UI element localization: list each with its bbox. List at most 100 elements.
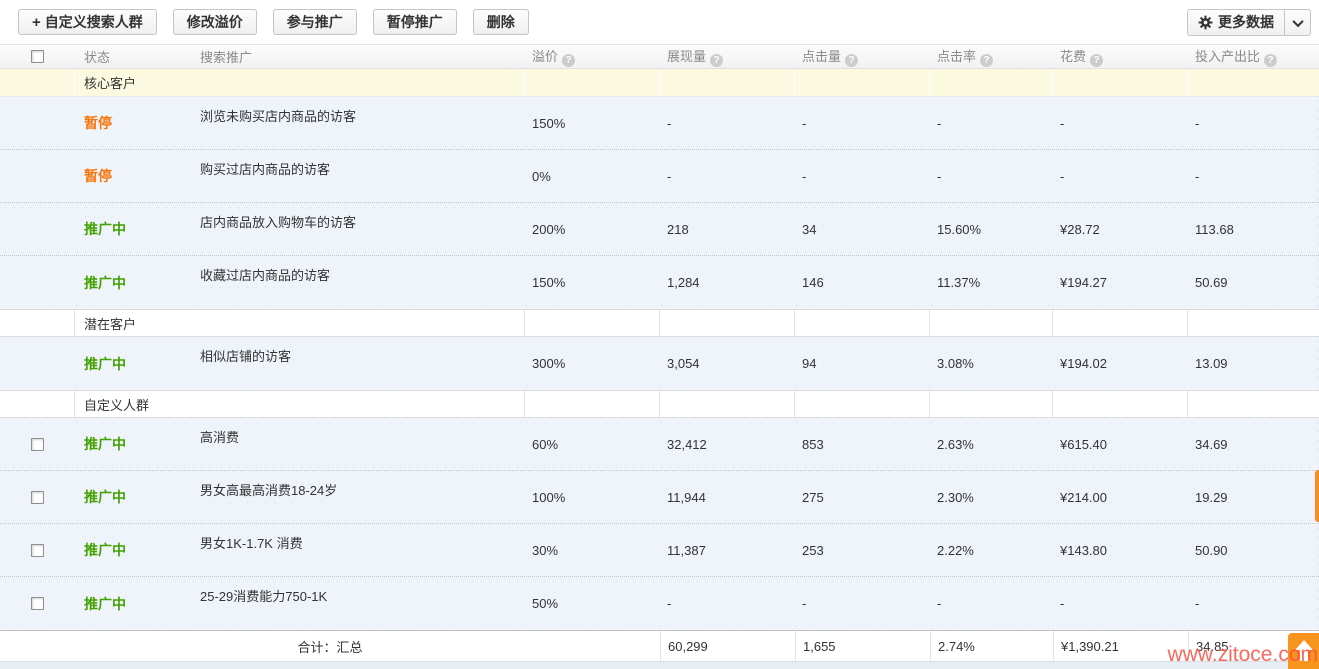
status-badge: 推广中 xyxy=(84,540,126,560)
group-empty-cell xyxy=(795,391,930,417)
group-spacer-cell xyxy=(0,391,75,417)
audience-name[interactable]: 高消费 xyxy=(190,418,525,470)
premium-value: 100% xyxy=(525,471,660,523)
clicks-value: - xyxy=(795,577,930,630)
row-checkbox[interactable] xyxy=(31,597,44,610)
totals-clicks: 1,655 xyxy=(795,631,930,661)
clicks-value: 34 xyxy=(795,203,930,255)
premium-value: 50% xyxy=(525,577,660,630)
status-badge: 暂停 xyxy=(84,113,112,133)
clicks-value: 275 xyxy=(795,471,930,523)
status-badge: 推广中 xyxy=(84,434,126,454)
help-icon[interactable]: ? xyxy=(1264,54,1277,67)
audience-row: 暂停购买过店内商品的访客0%----- xyxy=(0,150,1319,203)
button-label: 删除 xyxy=(487,14,515,30)
group-row: 自定义人群 xyxy=(0,390,1319,418)
status-badge: 推广中 xyxy=(84,594,126,614)
audience-row: 推广中高消费60%32,4128532.63%¥615.4034.69 xyxy=(0,418,1319,471)
more-data-dropdown-toggle[interactable] xyxy=(1284,9,1311,36)
group-empty-cell xyxy=(930,69,1053,96)
premium-value: 30% xyxy=(525,524,660,576)
help-icon[interactable]: ? xyxy=(980,54,993,67)
column-label: 展现量 xyxy=(667,49,706,64)
impressions-value: 1,284 xyxy=(660,256,795,309)
group-label: 核心客户 xyxy=(75,69,525,96)
ctr-value: 11.37% xyxy=(930,256,1053,309)
button-label: 暂停推广 xyxy=(387,14,443,30)
modify-premium-button[interactable]: 修改溢价 xyxy=(173,9,257,35)
ctr-value: - xyxy=(930,577,1053,630)
roi-value: 50.69 xyxy=(1188,256,1319,309)
pause-promotion-button[interactable]: 暂停推广 xyxy=(373,9,457,35)
help-icon[interactable]: ? xyxy=(710,54,723,67)
status-badge: 推广中 xyxy=(84,273,126,293)
column-header-roi: 投入产出比? xyxy=(1188,46,1319,67)
roi-value: 113.68 xyxy=(1188,203,1319,255)
group-empty-cell xyxy=(1053,310,1188,336)
totals-row: 合计：汇总 60,299 1,655 2.74% ¥1,390.21 34.85 xyxy=(0,630,1319,661)
impressions-value: 11,944 xyxy=(660,471,795,523)
clicks-value: - xyxy=(795,97,930,149)
delete-button[interactable]: 删除 xyxy=(473,9,529,35)
audience-name[interactable]: 男女1K-1.7K 消费 xyxy=(190,524,525,576)
roi-value: 19.29 xyxy=(1188,471,1319,523)
column-header-clicks: 点击量? xyxy=(795,46,930,67)
help-icon[interactable]: ? xyxy=(562,54,575,67)
row-select-cell xyxy=(0,150,75,202)
status-cell: 推广中 xyxy=(75,471,190,523)
row-checkbox[interactable] xyxy=(31,438,44,451)
status-cell: 暂停 xyxy=(75,150,190,202)
group-empty-cell xyxy=(525,391,660,417)
clicks-value: 94 xyxy=(795,337,930,390)
audience-name[interactable]: 男女高最高消费18-24岁 xyxy=(190,471,525,523)
totals-impressions: 60,299 xyxy=(660,631,795,661)
audience-name[interactable]: 25-29消费能力750-1K xyxy=(190,577,525,630)
impressions-value: 218 xyxy=(660,203,795,255)
column-header-cost: 花费? xyxy=(1053,46,1188,67)
impressions-value: 11,387 xyxy=(660,524,795,576)
impressions-value: 32,412 xyxy=(660,418,795,470)
group-spacer-cell xyxy=(0,310,75,336)
ctr-value: 2.30% xyxy=(930,471,1053,523)
join-promotion-button[interactable]: 参与推广 xyxy=(273,9,357,35)
audience-name[interactable]: 店内商品放入购物车的访客 xyxy=(190,203,525,255)
clicks-value: 253 xyxy=(795,524,930,576)
audience-targeting-page: +自定义搜索人群修改溢价 参与推广 暂停推广 删除 xyxy=(0,0,1319,669)
status-badge: 推广中 xyxy=(84,354,126,374)
ctr-value: 2.22% xyxy=(930,524,1053,576)
audience-name[interactable]: 购买过店内商品的访客 xyxy=(190,150,525,202)
roi-value: 13.09 xyxy=(1188,337,1319,390)
audience-name[interactable]: 收藏过店内商品的访客 xyxy=(190,256,525,309)
group-empty-cell xyxy=(660,310,795,336)
audience-name[interactable]: 相似店铺的访客 xyxy=(190,337,525,390)
help-icon[interactable]: ? xyxy=(845,54,858,67)
watermark: www.zitoce.com xyxy=(1167,643,1318,667)
status-badge: 推广中 xyxy=(84,487,126,507)
group-empty-cell xyxy=(930,310,1053,336)
side-panel-handle[interactable] xyxy=(1315,470,1319,522)
roi-value: 34.69 xyxy=(1188,418,1319,470)
status-cell: 暂停 xyxy=(75,97,190,149)
audience-row: 暂停浏览未购买店内商品的访客150%----- xyxy=(0,97,1319,150)
ctr-value: 3.08% xyxy=(930,337,1053,390)
row-checkbox[interactable] xyxy=(31,491,44,504)
button-label: 参与推广 xyxy=(287,14,343,30)
row-checkbox[interactable] xyxy=(31,544,44,557)
status-cell: 推广中 xyxy=(75,203,190,255)
status-cell: 推广中 xyxy=(75,337,190,390)
premium-value: 300% xyxy=(525,337,660,390)
audience-row: 推广中25-29消费能力750-1K50%----- xyxy=(0,577,1319,630)
add-custom-audience-button[interactable]: +自定义搜索人群 xyxy=(18,9,157,35)
group-empty-cell xyxy=(525,69,660,96)
audience-row: 推广中收藏过店内商品的访客150%1,28414611.37%¥194.2750… xyxy=(0,256,1319,309)
status-cell: 推广中 xyxy=(75,577,190,630)
row-select-cell xyxy=(0,418,75,470)
status-cell: 推广中 xyxy=(75,524,190,576)
help-icon[interactable]: ? xyxy=(1090,54,1103,67)
more-data-button[interactable]: 更多数据 xyxy=(1187,9,1285,36)
select-all-checkbox[interactable] xyxy=(31,50,44,63)
audience-name[interactable]: 浏览未购买店内商品的访客 xyxy=(190,97,525,149)
column-label: 点击率 xyxy=(937,49,976,64)
cost-value: ¥214.00 xyxy=(1053,471,1188,523)
impressions-value: - xyxy=(660,97,795,149)
